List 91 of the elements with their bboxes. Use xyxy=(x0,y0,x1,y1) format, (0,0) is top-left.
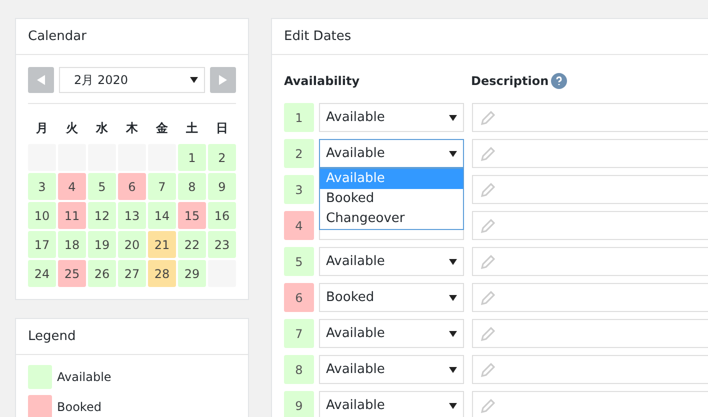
calendar-day[interactable]: 18 xyxy=(58,231,86,258)
caret-icon xyxy=(449,294,457,300)
description-field[interactable] xyxy=(472,139,708,168)
caret-icon xyxy=(449,366,457,372)
calendar-day[interactable]: 8 xyxy=(178,173,206,200)
legend-label: Available xyxy=(57,370,112,384)
calendar-day[interactable]: 13 xyxy=(118,202,146,229)
left-triangle-icon xyxy=(37,75,45,85)
caret-icon xyxy=(449,402,457,408)
date-number: 4 xyxy=(284,211,314,240)
calendar-day[interactable]: 7 xyxy=(148,173,176,200)
column-header: Availability xyxy=(284,74,361,88)
caret-icon xyxy=(449,330,457,336)
panel-title: Legend xyxy=(16,319,248,355)
calendar-day[interactable]: 5 xyxy=(88,173,116,200)
calendar-day[interactable]: 4 xyxy=(58,173,86,200)
pencil-icon xyxy=(481,326,495,340)
calendar-day[interactable]: 10 xyxy=(28,202,56,229)
calendar-day[interactable]: 3 xyxy=(28,173,56,200)
legend-label: Booked xyxy=(57,400,102,414)
description-field[interactable] xyxy=(472,355,708,384)
weekday-label: 水 xyxy=(94,120,109,137)
date-number: 5 xyxy=(284,247,314,276)
pencil-icon xyxy=(481,254,495,268)
calendar-day[interactable]: 12 xyxy=(88,202,116,229)
description-field[interactable] xyxy=(472,283,708,312)
description-field[interactable] xyxy=(472,103,708,132)
description-field[interactable] xyxy=(472,175,708,204)
column-header: Description xyxy=(471,74,549,88)
caret-icon xyxy=(449,258,457,264)
calendar-day[interactable]: 1 xyxy=(178,144,206,171)
month-select[interactable]: 2月 2020 xyxy=(59,67,205,93)
date-number: 3 xyxy=(284,175,314,204)
date-number: 8 xyxy=(284,355,314,384)
caret-icon xyxy=(449,114,457,120)
weekday-label: 火 xyxy=(64,120,79,137)
pencil-icon xyxy=(481,290,495,304)
weekday-label: 金 xyxy=(155,120,169,137)
calendar-day[interactable]: 16 xyxy=(208,202,236,229)
calendar-day[interactable]: 11 xyxy=(58,202,86,229)
availability-select[interactable]: Available xyxy=(319,139,464,168)
pencil-icon xyxy=(481,182,495,196)
description-field[interactable] xyxy=(472,247,708,276)
date-number: 6 xyxy=(284,283,314,312)
calendar-day[interactable]: 2 xyxy=(208,144,236,171)
calendar-day[interactable]: 20 xyxy=(118,231,146,258)
panel-title: Edit Dates xyxy=(272,19,708,55)
calendar-day[interactable]: 29 xyxy=(178,260,206,287)
calendar-day[interactable]: 26 xyxy=(88,260,116,287)
pencil-icon xyxy=(481,218,495,232)
date-number: 9 xyxy=(284,391,314,417)
calendar-day[interactable]: 27 xyxy=(118,260,146,287)
panel-title: Calendar xyxy=(16,19,248,55)
availability-select[interactable]: Booked xyxy=(319,283,464,312)
calendar-day[interactable]: 9 xyxy=(208,173,236,200)
caret-icon xyxy=(190,77,198,83)
availability-select[interactable]: Available xyxy=(319,103,464,132)
calendar-day[interactable]: 23 xyxy=(208,231,236,258)
calendar-day[interactable]: 15 xyxy=(178,202,206,229)
weekday-label: 土 xyxy=(185,120,199,137)
weekday-label: 日 xyxy=(215,120,229,137)
description-field[interactable] xyxy=(472,211,708,240)
calendar-day[interactable]: 28 xyxy=(148,260,176,287)
calendar-day[interactable]: 25 xyxy=(58,260,86,287)
help-icon[interactable] xyxy=(550,73,567,89)
availability-select[interactable]: Available xyxy=(319,319,464,348)
calendar-day[interactable]: 17 xyxy=(28,231,56,258)
pencil-icon xyxy=(481,110,495,124)
availability-select[interactable]: Available xyxy=(319,355,464,384)
calendar-day[interactable]: 14 xyxy=(148,202,176,229)
pencil-icon xyxy=(481,398,495,412)
date-number: 1 xyxy=(284,103,314,132)
pencil-icon xyxy=(481,146,495,160)
description-field[interactable] xyxy=(472,319,708,348)
previous-month-button[interactable] xyxy=(28,67,54,93)
availability-select[interactable]: Available xyxy=(319,391,464,417)
availability-select[interactable]: Available xyxy=(319,247,464,276)
calendar-day[interactable]: 24 xyxy=(28,260,56,287)
weekday-label: 月 xyxy=(35,120,49,137)
calendar-day[interactable]: 6 xyxy=(118,173,146,200)
right-triangle-icon xyxy=(219,75,227,85)
calendar-day[interactable]: 19 xyxy=(88,231,116,258)
calendar-day[interactable]: 22 xyxy=(178,231,206,258)
description-field[interactable] xyxy=(472,391,708,417)
calendar-day[interactable]: 21 xyxy=(148,231,176,258)
date-number: 2 xyxy=(284,139,314,168)
caret-icon xyxy=(449,150,457,156)
date-number: 7 xyxy=(284,319,314,348)
next-month-button[interactable] xyxy=(210,67,236,93)
weekday-label: 木 xyxy=(124,120,139,137)
pencil-icon xyxy=(481,362,495,376)
